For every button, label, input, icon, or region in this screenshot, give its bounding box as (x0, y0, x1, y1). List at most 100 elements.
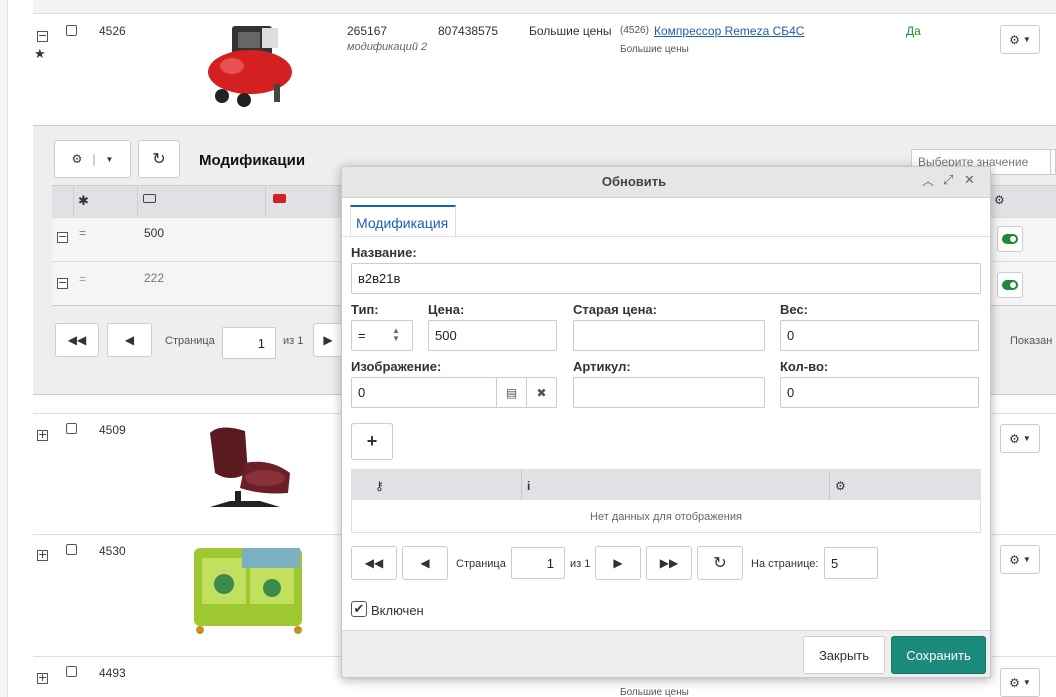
type-select[interactable]: = (351, 320, 413, 351)
row-code: 265167 (347, 24, 388, 38)
tab-modification-label: Модификация (356, 215, 449, 231)
row-actions-button[interactable]: ⚙ ▼ (1000, 545, 1040, 574)
double-right-icon: ▶▶ (659, 556, 679, 570)
name-label: Название: (351, 245, 417, 260)
row-actions-button[interactable]: ⚙ ▼ (1000, 668, 1040, 697)
clear-icon: ✖ (536, 385, 547, 400)
old-price-field[interactable] (573, 320, 765, 351)
chevron-down-icon: ▼ (1022, 555, 1031, 564)
page-label: Страница (165, 335, 215, 347)
product-link[interactable]: Компрессор Remeza СБ4С (654, 24, 809, 38)
row-checkbox[interactable] (66, 25, 77, 36)
row-active: Да (906, 24, 921, 38)
expand-icon[interactable]: + (37, 429, 48, 441)
tab-divider (342, 236, 990, 237)
chevron-down-icon: ▼ (105, 154, 114, 164)
product-image-compressor[interactable] (202, 24, 298, 112)
star-icon[interactable]: ★ (34, 46, 46, 62)
enabled-toggle[interactable] (997, 226, 1023, 252)
collapse-up-icon[interactable]: ︿ (922, 172, 934, 189)
collapse-icon[interactable]: − (37, 30, 48, 42)
type-value: = (358, 328, 366, 343)
key-icon: ⚷ (375, 479, 384, 493)
per-page-label: На странице: (751, 558, 819, 570)
row-checkbox[interactable] (66, 423, 77, 434)
image-field[interactable]: 0 (351, 377, 497, 408)
last-page-button[interactable]: ▶▶ (646, 546, 692, 580)
page-label: Страница (456, 558, 506, 570)
row-actions-button[interactable]: ⚙ ▼ (1000, 424, 1040, 453)
add-button[interactable]: + (351, 423, 393, 460)
enabled-checkbox[interactable]: ✔ (351, 601, 367, 617)
close-icon[interactable]: ✕ (964, 172, 975, 188)
page-input[interactable]: 1 (511, 547, 565, 579)
row-link-sub: Большие цены (620, 44, 689, 55)
divider: | (92, 152, 96, 166)
old-money-icon (273, 194, 286, 203)
type-label: Тип: (351, 302, 379, 317)
qty-field[interactable]: 0 (780, 377, 979, 408)
prev-page-button[interactable]: ◀ (402, 546, 448, 580)
col-divider (829, 470, 830, 500)
weight-field[interactable]: 0 (780, 320, 979, 351)
refresh-button[interactable]: ↻ (138, 140, 180, 178)
table-header (33, 0, 1056, 14)
toggle-on-icon (1002, 234, 1018, 244)
row-checkbox[interactable] (66, 666, 77, 677)
page-of: из 1 (570, 558, 591, 570)
left-icon: ◀ (124, 333, 135, 347)
image-clear-button[interactable]: ✖ (526, 377, 557, 408)
row-checkbox[interactable] (66, 544, 77, 555)
first-page-button[interactable]: ◀◀ (351, 546, 397, 580)
maximize-icon[interactable]: ⤢ (943, 172, 953, 188)
row-link-prefix: (4526) (620, 25, 649, 36)
gears-icon: ⚙ (994, 193, 1005, 207)
close-button[interactable]: Закрыть (803, 636, 885, 674)
gear-icon: ⚙ (1009, 552, 1020, 567)
row-id: 4509 (99, 423, 126, 437)
no-data-text: Нет данных для отображения (590, 511, 742, 523)
sub-row-op: = (79, 272, 87, 286)
refresh-button[interactable]: ↻ (697, 546, 743, 580)
price-field[interactable]: 500 (428, 320, 557, 351)
gear-icon: ⚙ (1009, 32, 1020, 47)
prev-page-button[interactable]: ◀ (107, 323, 152, 357)
file-image-icon: ▤ (505, 385, 518, 400)
qty-label: Кол-во: (780, 359, 829, 374)
sub-actions-button[interactable]: ⚙ | ▼ (54, 140, 131, 178)
page-input[interactable]: 1 (222, 327, 276, 359)
expand-icon[interactable]: + (37, 672, 48, 684)
asterisk-icon: ✱ (78, 193, 89, 208)
sku-label: Артикул: (573, 359, 631, 374)
enabled-label: Включен (371, 603, 424, 618)
row-id: 4493 (99, 666, 126, 680)
expand-icon[interactable]: + (37, 549, 48, 561)
row-id: 4530 (99, 544, 126, 558)
col-divider (521, 470, 522, 500)
right-icon: ▶ (323, 333, 333, 347)
collapse-icon[interactable]: − (57, 277, 68, 289)
sku-field[interactable] (573, 377, 765, 408)
modal-title: Обновить (601, 174, 667, 189)
next-page-button[interactable]: ▶ (313, 323, 343, 357)
per-page-input[interactable]: 5 (824, 547, 878, 579)
select-edge (1050, 149, 1056, 175)
sub-row-op: = (79, 226, 87, 240)
save-button[interactable]: Сохранить (891, 636, 986, 674)
enabled-toggle[interactable] (997, 272, 1023, 298)
row-actions-button[interactable]: ⚙ ▼ (1000, 25, 1040, 54)
gears-icon: ⚙ (835, 479, 846, 493)
shown-label: Показан (1010, 335, 1053, 347)
money-icon (143, 194, 156, 203)
row-barcode: 807438575 (438, 24, 499, 38)
product-image-playpen[interactable] (190, 544, 310, 636)
refresh-icon: ↻ (713, 555, 727, 572)
image-pick-button[interactable]: ▤ (496, 377, 527, 408)
first-page-button[interactable]: ◀◀ (55, 323, 99, 357)
toggle-on-icon (1002, 280, 1018, 290)
collapse-icon[interactable]: − (57, 231, 68, 243)
info-icon: i (527, 479, 531, 493)
name-field[interactable]: в2в21в (351, 263, 981, 294)
next-page-button[interactable]: ▶ (595, 546, 641, 580)
product-image-chair[interactable] (190, 423, 310, 513)
